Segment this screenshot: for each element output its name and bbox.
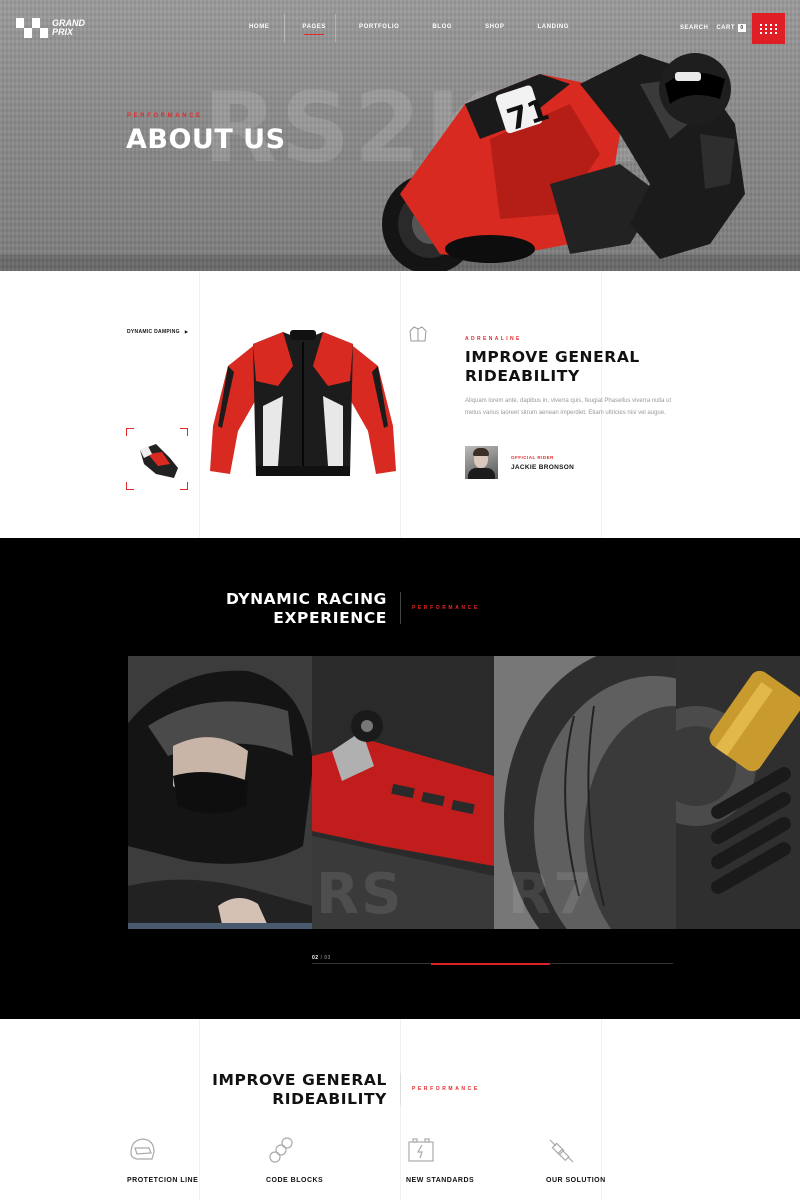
grid-line <box>199 271 200 538</box>
feature-label: OUR SOLUTION <box>546 1177 606 1184</box>
logo-text: GRAND PRIX <box>52 19 85 37</box>
section-subtitle: ADRENALINE <box>465 336 522 342</box>
chain-icon <box>269 1137 293 1163</box>
title-separator <box>400 1073 401 1105</box>
cart-count-badge: 0 <box>738 24 747 32</box>
helmet-icon <box>130 1138 155 1160</box>
rider-name: JACKIE BRONSON <box>511 463 575 471</box>
helmet-rider-image <box>128 656 312 929</box>
rider-avatar <box>465 446 498 479</box>
section-description: Aliquam lorem ante, dapibus in, viverra … <box>465 398 672 416</box>
feature-label: PROTETCION LINE <box>127 1177 199 1184</box>
title-line-1: IMPROVE GENERAL <box>212 1071 387 1089</box>
section-title: IMPROVE GENERAL RIDEABILITY <box>212 1071 387 1109</box>
title-line-2: RIDEABILITY <box>465 367 580 385</box>
section-subtitle: PERFORMANCE <box>412 1086 480 1092</box>
grid-line <box>400 271 401 538</box>
nav-item-home[interactable]: HOME <box>249 24 269 30</box>
features-section: IMPROVE GENERAL RIDEABILITY PERFORMANCE … <box>0 1019 800 1200</box>
battery-icon <box>408 1138 434 1162</box>
section-subtitle: PERFORMANCE <box>412 605 480 611</box>
feature-label: CODE BLOCKS <box>266 1177 324 1184</box>
logo-line-2: PRIX <box>52 27 74 37</box>
hero-subtitle: PERFORMANCE <box>127 113 203 119</box>
nav-item-pages[interactable]: PAGES <box>302 24 326 35</box>
feature-label: NEW STANDARDS <box>406 1177 475 1184</box>
glove-image <box>140 444 178 478</box>
title-line-2: EXPERIENCE <box>273 609 387 627</box>
feature-item[interactable]: NEW STANDARDS <box>406 1135 526 1184</box>
racing-experience-section: DYNAMIC RACING EXPERIENCE PERFORMANCE RS… <box>0 538 800 1019</box>
cart-link[interactable]: CART <box>716 25 735 31</box>
section-title: IMPROVE GENERAL RIDEABILITY <box>465 348 695 386</box>
gallery-item[interactable]: R7 <box>494 656 676 929</box>
grid-line <box>400 1019 401 1200</box>
page-title: ABOUT US <box>126 124 286 155</box>
glove-thumbnail[interactable] <box>126 428 188 490</box>
nav-item-landing[interactable]: LANDING <box>538 24 570 30</box>
checkered-flag-icon <box>16 18 48 38</box>
rider-card: OFFICIAL RIDER JACKIE BRONSON <box>465 446 574 479</box>
pager-total: 03 <box>324 955 331 961</box>
image-gallery[interactable]: RS R7 <box>128 656 800 929</box>
section-title: DYNAMIC RACING EXPERIENCE <box>226 590 387 628</box>
slider-progress-track[interactable] <box>312 962 673 965</box>
header-actions: SEARCH CART 0 <box>680 24 747 32</box>
feature-item[interactable]: CODE BLOCKS <box>266 1135 386 1184</box>
product-section: DYNAMIC DAMPING ADRENALINE IMPROVE GENER… <box>0 271 800 538</box>
suspension-image <box>676 656 800 929</box>
gallery-item[interactable] <box>128 656 312 929</box>
hero-section: RS2K12 71 PERFORMANCE ABOUT US GRAND PRI… <box>0 0 800 271</box>
feature-item[interactable]: OUR SOLUTION <box>546 1135 666 1184</box>
rider-role: OFFICIAL RIDER <box>511 454 554 460</box>
title-separator <box>400 592 401 624</box>
nav-item-blog[interactable]: BLOG <box>432 24 452 30</box>
gallery-item[interactable]: RS <box>312 656 494 929</box>
motorcycle-rider-image: 71 <box>382 53 745 271</box>
racing-jacket-image <box>210 330 396 476</box>
slider-progress-fill <box>431 962 551 965</box>
nav-item-shop[interactable]: SHOP <box>485 24 504 30</box>
feature-item[interactable]: PROTETCION LINE <box>127 1135 247 1184</box>
gallery-item[interactable] <box>676 656 800 929</box>
pager-current: 02 <box>312 955 319 961</box>
gallery-caption: R7 <box>508 862 595 927</box>
main-nav: HOME PAGES PORTFOLIO BLOG SHOP LANDING <box>249 24 602 35</box>
slider-pager: 02 / 03 <box>312 955 331 961</box>
nav-item-portfolio[interactable]: PORTFOLIO <box>359 24 399 30</box>
menu-grid-button[interactable] <box>752 13 785 44</box>
title-line-2: RIDEABILITY <box>272 1090 387 1108</box>
search-link[interactable]: SEARCH <box>680 25 708 31</box>
title-line-1: IMPROVE GENERAL <box>465 348 640 366</box>
title-line-1: DYNAMIC RACING <box>225 590 387 608</box>
site-logo[interactable]: GRAND PRIX <box>16 18 85 38</box>
jacket-icon <box>409 326 427 342</box>
spark-plug-icon <box>549 1139 574 1163</box>
dynamic-damping-link[interactable]: DYNAMIC DAMPING <box>127 329 188 335</box>
gallery-caption: RS <box>316 862 404 927</box>
